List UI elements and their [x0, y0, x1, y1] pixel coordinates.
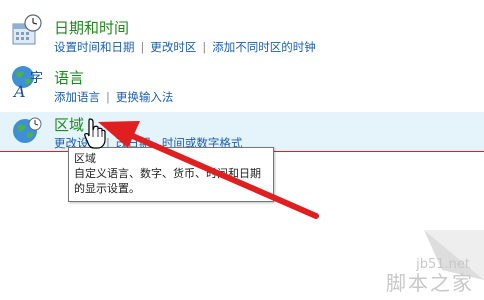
control-panel-clock-language-region: 日期和时间 设置时间和日期 | 更改时区 | 添加不同时区的时钟 字 A 语言 添加语言…	[0, 0, 484, 300]
category-title[interactable]: 区域	[54, 116, 84, 134]
category-date-time: 日期和时间 设置时间和日期 | 更改时区 | 添加不同时区的时钟	[0, 14, 484, 58]
category-links: 添加语言 | 更换输入法	[54, 90, 173, 104]
category-title[interactable]: 语言	[54, 69, 84, 87]
link-separator: |	[140, 40, 145, 54]
svg-text:字: 字	[30, 71, 43, 86]
tooltip: 区域 自定义语言、数字、货币、时间和日期的显示设置。	[68, 147, 274, 202]
watermark: jb51.net 脚本之家	[324, 230, 484, 300]
link-change-input[interactable]: 更换输入法	[116, 90, 174, 104]
category-region: 区域 更改设置 | 改日期、时间或数字格式	[0, 112, 484, 152]
language-globe-icon[interactable]: 字 A	[10, 64, 44, 101]
tooltip-title: 区域	[74, 152, 96, 165]
calendar-clock-icon[interactable]	[10, 14, 44, 48]
category-language: 字 A 语言 添加语言 | 更换输入法	[0, 64, 484, 108]
region-globe-clock-icon[interactable]	[10, 114, 44, 148]
category-title[interactable]: 日期和时间	[54, 19, 129, 37]
link-set-time-date[interactable]: 设置时间和日期	[54, 40, 135, 54]
link-add-clocks[interactable]: 添加不同时区的时钟	[212, 40, 316, 54]
svg-text:A: A	[12, 82, 26, 98]
link-separator: |	[202, 40, 207, 54]
link-change-timezone[interactable]: 更改时区	[150, 40, 196, 54]
category-links: 设置时间和日期 | 更改时区 | 添加不同时区的时钟	[54, 40, 316, 54]
tooltip-body: 自定义语言、数字、货币、时间和日期的显示设置。	[74, 167, 261, 195]
link-separator: |	[106, 90, 110, 104]
link-add-language[interactable]: 添加语言	[54, 90, 100, 104]
watermark-name: 脚本之家	[386, 271, 474, 295]
